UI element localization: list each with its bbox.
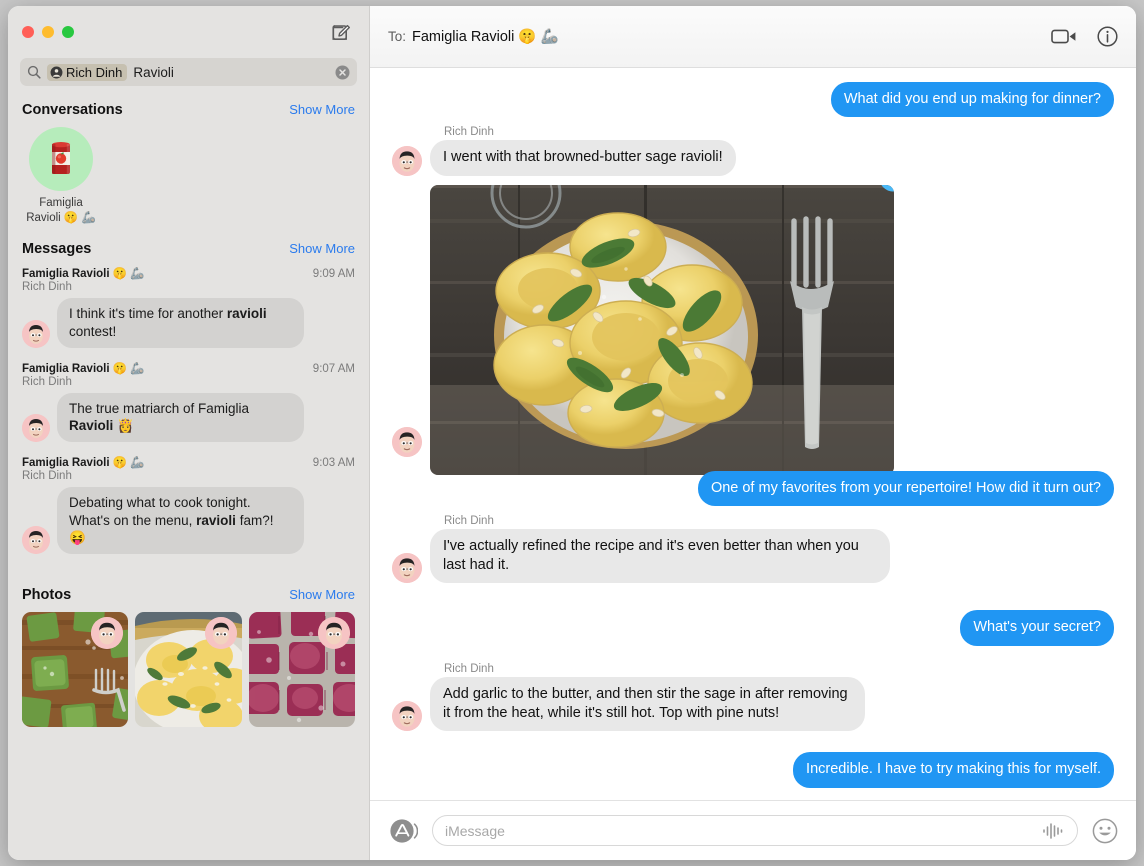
result-sender: Rich Dinh [22, 281, 72, 294]
conversation-header: To: Famiglia Ravioli 🤫 🦾 [370, 6, 1136, 68]
message-bubble[interactable]: What did you end up making for dinner? [830, 82, 1119, 118]
result-sender: Rich Dinh [22, 375, 72, 388]
message-bubble[interactable]: I've actually refined the recipe and it'… [426, 528, 890, 584]
to-label: To: [388, 29, 407, 44]
avatar [22, 414, 50, 443]
result-time: 9:07 AM [312, 362, 355, 375]
info-circle-icon[interactable] [1097, 26, 1118, 47]
message-input[interactable]: iMessage [445, 823, 1041, 839]
compose-icon[interactable] [329, 20, 353, 44]
audio-waveform-icon[interactable] [1041, 822, 1065, 840]
messages-section-header: Messages Show More [8, 241, 369, 257]
messages-window: Rich Dinh Ravioli Conversations Show Mor… [8, 6, 1136, 860]
heart-reaction-badge[interactable] [876, 184, 894, 201]
message-result-item[interactable]: Famiglia Ravioli 🤫 🦾 9:07 AM Rich Dinh T… [8, 361, 369, 443]
conversation-name: Famiglia Ravioli 🤫 🦾 [26, 197, 96, 224]
avatar [392, 701, 422, 732]
photos-list [8, 612, 369, 728]
messages-show-more[interactable]: Show More [289, 241, 355, 256]
avatar [22, 319, 50, 348]
message-row-incoming: Rich Dinh [392, 126, 1114, 176]
result-snippet: Debating what to cook tonight. What's on… [53, 487, 304, 555]
message-bubble[interactable]: Incredible. I have to try making this fo… [793, 752, 1118, 788]
traffic-lights [22, 26, 74, 38]
conversation-avatar [29, 127, 93, 191]
message-bubble[interactable]: One of my favorites from your repertoire… [697, 470, 1119, 507]
app-store-icon[interactable] [388, 816, 418, 846]
photo-thumbnail[interactable] [22, 612, 129, 728]
conversation-item[interactable]: Famiglia Ravioli 🤫 🦾 [22, 127, 100, 225]
result-group-name: Famiglia Ravioli 🤫 🦾 [22, 457, 145, 470]
conversations-list: Famiglia Ravioli 🤫 🦾 [8, 127, 369, 225]
result-time: 9:03 AM [312, 457, 355, 470]
conversations-title: Conversations [22, 102, 123, 118]
photos-section-header: Photos Show More [8, 587, 369, 603]
photo-thumbnail[interactable] [248, 612, 355, 728]
photos-title: Photos [22, 587, 72, 604]
clear-icon[interactable] [335, 65, 350, 80]
message-bubble[interactable]: I went with that browned-butter sage rav… [426, 140, 736, 176]
message-row-outgoing: Incredible. I have to try making this fo… [392, 752, 1118, 788]
search-token-label: Rich Dinh [66, 64, 123, 80]
sidebar-titlebar [8, 6, 369, 58]
avatar [392, 426, 422, 457]
message-thread[interactable]: What did you end up making for dinner? R… [370, 68, 1136, 800]
message-row-outgoing: What did you end up making for dinner? [392, 82, 1119, 118]
search-icon [27, 65, 41, 79]
result-group-name: Famiglia Ravioli 🤫 🦾 [22, 268, 145, 281]
conversation-pane: To: Famiglia Ravioli 🤫 🦾 What did you en… [370, 6, 1136, 860]
message-row-incoming: Rich Dinh [392, 663, 1114, 732]
message-results-list: Famiglia Ravioli 🤫 🦾 9:09 AM Rich Dinh I… [8, 266, 369, 571]
avatar [392, 145, 422, 176]
sender-name: Rich Dinh [444, 126, 494, 139]
result-snippet: The true matriarch of Famiglia Ravioli 👸 [53, 392, 304, 443]
sidebar: Rich Dinh Ravioli Conversations Show Mor… [8, 6, 370, 860]
recipient-name[interactable]: Famiglia Ravioli 🤫 🦾 [412, 28, 559, 45]
sender-name: Rich Dinh [444, 514, 494, 527]
zoom-button[interactable] [62, 26, 74, 38]
message-bubble[interactable]: Add garlic to the butter, and then stir … [426, 676, 865, 732]
sender-name: Rich Dinh [444, 662, 494, 675]
message-image[interactable] [430, 184, 894, 475]
result-sender: Rich Dinh [22, 470, 72, 483]
message-row-outgoing: One of my favorites from your repertoire… [392, 470, 1119, 507]
close-button[interactable] [22, 26, 34, 38]
photo-thumbnail[interactable] [135, 612, 242, 728]
message-bubble[interactable]: What's your secret? [960, 610, 1118, 646]
message-row-incoming: Rich Dinh [392, 515, 1114, 584]
message-row-outgoing: What's your secret? [392, 610, 1118, 646]
message-composer: iMessage [370, 800, 1136, 860]
header-actions [1051, 26, 1118, 47]
result-group-name: Famiglia Ravioli 🤫 🦾 [22, 362, 145, 375]
conversations-show-more[interactable]: Show More [289, 102, 355, 117]
smiley-icon[interactable] [1092, 818, 1118, 844]
message-result-item[interactable]: Famiglia Ravioli 🤫 🦾 9:09 AM Rich Dinh I… [8, 266, 369, 349]
message-result-item[interactable]: Famiglia Ravioli 🤫 🦾 9:03 AM Rich Dinh D… [8, 455, 369, 555]
minimize-button[interactable] [42, 26, 54, 38]
messages-title: Messages [22, 241, 92, 258]
person-circle-icon [50, 66, 63, 79]
video-camera-icon[interactable] [1051, 27, 1077, 46]
result-snippet: I think it's time for another ravioli co… [53, 298, 304, 349]
result-time: 9:09 AM [312, 268, 355, 281]
message-input-wrapper[interactable]: iMessage [432, 815, 1078, 846]
search-field[interactable]: Rich Dinh Ravioli [20, 58, 357, 86]
photos-show-more[interactable]: Show More [289, 587, 355, 602]
search-input[interactable]: Ravioli [133, 65, 329, 80]
conversations-section-header: Conversations Show More [8, 102, 369, 118]
avatar [392, 553, 422, 584]
avatar [317, 617, 350, 650]
search-token-contact[interactable]: Rich Dinh [47, 63, 128, 81]
avatar [22, 526, 50, 555]
avatar [204, 617, 237, 650]
